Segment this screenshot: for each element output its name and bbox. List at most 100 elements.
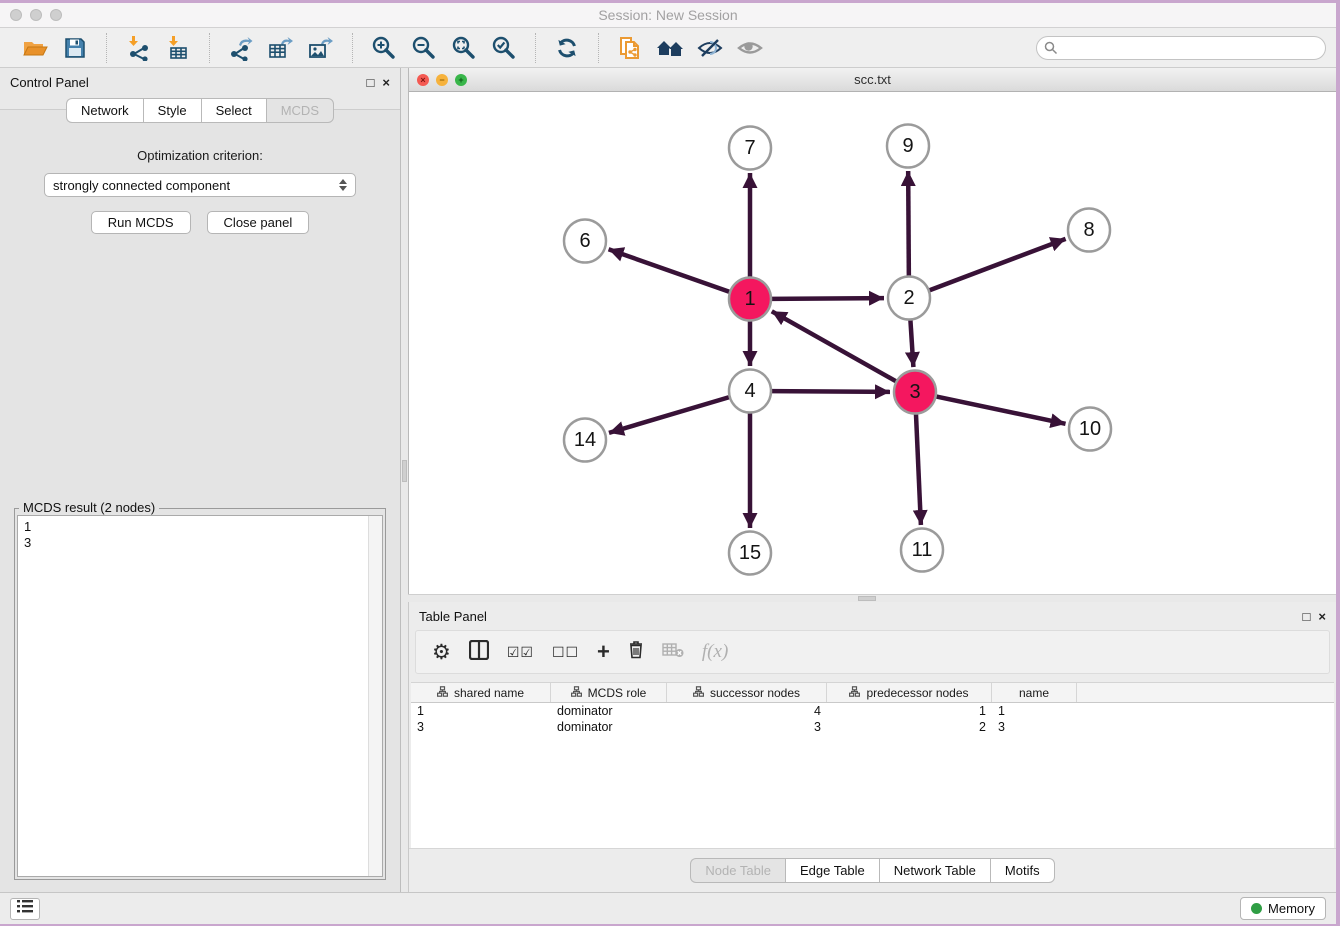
- copy-share-icon: [617, 34, 643, 62]
- run-mcds-button[interactable]: Run MCDS: [91, 211, 191, 234]
- column-header-successor-nodes[interactable]: successor nodes: [667, 683, 827, 702]
- list-icon: [17, 900, 33, 918]
- hide-selected-button[interactable]: [693, 33, 727, 63]
- show-all-networks-button[interactable]: [653, 33, 687, 63]
- cell-successor-nodes: 3: [667, 720, 827, 734]
- edge-2-3[interactable]: [910, 320, 913, 367]
- function-icon: f(x): [702, 641, 728, 663]
- open-file-button[interactable]: [18, 33, 52, 63]
- deselect-all-rows-button[interactable]: ☐☐: [552, 644, 579, 661]
- criterion-select[interactable]: strongly connected component: [44, 173, 356, 197]
- open-folder-icon: [22, 36, 49, 60]
- network-close-button[interactable]: ×: [417, 74, 429, 86]
- splitter-grip[interactable]: [402, 460, 407, 482]
- search-input[interactable]: [1036, 36, 1326, 60]
- edge-1-6[interactable]: [609, 249, 730, 291]
- tab-mcds[interactable]: MCDS: [266, 98, 334, 123]
- tab-node-table[interactable]: Node Table: [690, 858, 785, 883]
- tab-select[interactable]: Select: [201, 98, 266, 123]
- toolbar-separator: [352, 33, 353, 63]
- import-table-button[interactable]: [161, 33, 195, 63]
- node-label-8: 8: [1083, 219, 1094, 241]
- node-label-3: 3: [909, 381, 920, 403]
- zoom-out-icon: [411, 35, 437, 61]
- copy-network-button[interactable]: [613, 33, 647, 63]
- delete-table-button[interactable]: [662, 642, 684, 663]
- network-window-title: scc.txt: [409, 72, 1336, 87]
- zoom-out-button[interactable]: [407, 33, 441, 63]
- node-label-7: 7: [744, 137, 755, 159]
- mcds-result-group: MCDS result (2 nodes) 1 3: [14, 508, 386, 880]
- search-icon: [1044, 41, 1058, 60]
- save-session-button[interactable]: [58, 33, 92, 63]
- edge-2-9[interactable]: [908, 171, 909, 276]
- show-selected-button[interactable]: [733, 33, 767, 63]
- table-tabs: Node Table Edge Table Network Table Moti…: [690, 858, 1054, 883]
- network-maximize-button[interactable]: +: [455, 74, 467, 86]
- column-header-MCDS-role[interactable]: MCDS role: [551, 683, 667, 702]
- zoom-in-button[interactable]: [367, 33, 401, 63]
- column-header-shared-name[interactable]: shared name: [411, 683, 551, 702]
- task-history-button[interactable]: [10, 898, 40, 920]
- control-panel-tabs: Network Style Select MCDS: [0, 98, 400, 123]
- session-title: Session: New Session: [0, 7, 1336, 23]
- network-canvas[interactable]: 1234678910111415: [409, 92, 1336, 594]
- apply-function-button[interactable]: f(x): [702, 641, 728, 663]
- memory-button[interactable]: Memory: [1240, 897, 1326, 920]
- export-network-button[interactable]: [224, 33, 258, 63]
- control-panel-float-icon[interactable]: □: [367, 76, 375, 89]
- mcds-result-list[interactable]: 1 3: [18, 516, 368, 876]
- node-label-10: 10: [1079, 418, 1101, 440]
- cell-name: 3: [992, 720, 1077, 734]
- vertical-splitter[interactable]: [400, 68, 408, 892]
- tab-style[interactable]: Style: [143, 98, 201, 123]
- optimization-criterion-label: Optimization criterion:: [0, 148, 400, 163]
- network-minimize-button[interactable]: −: [436, 74, 448, 86]
- add-column-button[interactable]: +: [597, 641, 610, 663]
- splitter-grip[interactable]: [858, 596, 876, 601]
- main-title-bar: Session: New Session: [0, 3, 1336, 28]
- horizontal-splitter[interactable]: [408, 594, 1336, 602]
- edge-4-3[interactable]: [772, 391, 890, 392]
- table-panel-float-icon[interactable]: □: [1303, 610, 1311, 623]
- cell-MCDS-role: dominator: [551, 720, 667, 734]
- export-table-icon: [267, 35, 295, 61]
- tab-motifs[interactable]: Motifs: [990, 858, 1055, 883]
- table-toolbar: ⚙ ☑☑ ☐☐ + f(x): [415, 630, 1330, 674]
- edge-1-2[interactable]: [772, 298, 884, 299]
- delete-column-button[interactable]: [628, 640, 644, 664]
- refresh-icon: [554, 35, 580, 61]
- control-panel-close-icon[interactable]: ×: [382, 76, 390, 89]
- checked-boxes-icon: ☑☑: [507, 644, 534, 661]
- zoom-fit-button[interactable]: [447, 33, 481, 63]
- table-panel-close-icon[interactable]: ×: [1318, 610, 1326, 623]
- network-graph: 1234678910111415: [409, 92, 1334, 594]
- tab-edge-table[interactable]: Edge Table: [785, 858, 879, 883]
- column-header-name[interactable]: name: [992, 683, 1077, 702]
- tab-network-table[interactable]: Network Table: [879, 858, 990, 883]
- result-scrollbar[interactable]: [368, 516, 382, 876]
- network-view-window: × − + scc.txt 1234678910111415: [408, 68, 1336, 594]
- table-row[interactable]: 3dominator323: [411, 719, 1334, 735]
- edge-3-1[interactable]: [772, 311, 896, 381]
- node-label-6: 6: [579, 230, 590, 252]
- criterion-selected-value: strongly connected component: [53, 178, 339, 193]
- export-table-button[interactable]: [264, 33, 298, 63]
- zoom-selected-button[interactable]: [487, 33, 521, 63]
- import-network-button[interactable]: [121, 33, 155, 63]
- edge-4-14[interactable]: [609, 397, 729, 433]
- edge-3-10[interactable]: [937, 397, 1066, 424]
- edge-3-11[interactable]: [916, 414, 921, 525]
- tab-network[interactable]: Network: [66, 98, 143, 123]
- node-label-1: 1: [744, 288, 755, 310]
- column-layout-button[interactable]: [469, 640, 489, 665]
- column-header-predecessor-nodes[interactable]: predecessor nodes: [827, 683, 992, 702]
- table-row[interactable]: 1dominator411: [411, 703, 1334, 719]
- export-image-button[interactable]: [304, 33, 338, 63]
- edge-2-8[interactable]: [930, 239, 1066, 290]
- select-all-rows-button[interactable]: ☑☑: [507, 644, 534, 661]
- refresh-view-button[interactable]: [550, 33, 584, 63]
- table-settings-button[interactable]: ⚙: [432, 642, 451, 663]
- trash-icon: [628, 640, 644, 664]
- close-panel-button[interactable]: Close panel: [207, 211, 310, 234]
